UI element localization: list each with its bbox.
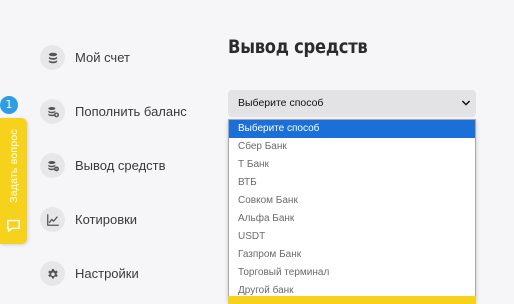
option-alfa-bank[interactable]: Альфа Банк [229, 210, 475, 228]
ask-question-label: Задать вопрос [7, 129, 20, 203]
submit-button-edge[interactable] [228, 296, 476, 304]
withdraw-method-options: Выберите способ Сбер Банк Т Банк ВТБ Сов… [228, 119, 476, 302]
option-gazprom-bank[interactable]: Газпром Банк [229, 246, 475, 264]
select-value: Выберите способ [238, 97, 324, 109]
sidebar-item-settings[interactable]: Настройки [40, 261, 139, 286]
sidebar-item-quotes[interactable]: Котировки [40, 207, 137, 232]
option-t-bank[interactable]: Т Банк [229, 156, 475, 174]
withdraw-method-select[interactable]: Выберите способ [228, 90, 476, 117]
ask-question-tab[interactable]: Задать вопрос [0, 118, 27, 244]
wallet-icon [40, 45, 65, 70]
sidebar-item-label: Мой счет [75, 50, 130, 65]
option-trading-terminal[interactable]: Торговый терминал [229, 264, 475, 282]
notification-badge[interactable]: 1 [0, 96, 18, 114]
page-title: Вывод средств [228, 36, 368, 58]
sidebar-item-label: Настройки [75, 266, 139, 281]
option-choose-method[interactable]: Выберите способ [229, 120, 475, 138]
sidebar-item-withdraw-funds[interactable]: Вывод средств [40, 153, 166, 178]
option-sber-bank[interactable]: Сбер Банк [229, 138, 475, 156]
option-usdt[interactable]: USDT [229, 228, 475, 246]
sidebar-item-label: Пополнить баланс [75, 104, 187, 119]
chart-line-icon [40, 207, 65, 232]
chevron-down-icon [462, 100, 470, 106]
sidebar-item-my-account[interactable]: Мой счет [40, 45, 130, 70]
sidebar-item-label: Котировки [75, 212, 138, 227]
chat-icon [7, 219, 20, 232]
sidebar-item-top-up-balance[interactable]: Пополнить баланс [40, 99, 187, 124]
coins-plus-icon [40, 99, 65, 124]
coins-minus-icon [40, 153, 65, 178]
sidebar-item-label: Вывод средств [75, 158, 166, 173]
gear-icon [40, 261, 65, 286]
option-vtb[interactable]: ВТБ [229, 174, 475, 192]
option-sovcom-bank[interactable]: Совком Банк [229, 192, 475, 210]
